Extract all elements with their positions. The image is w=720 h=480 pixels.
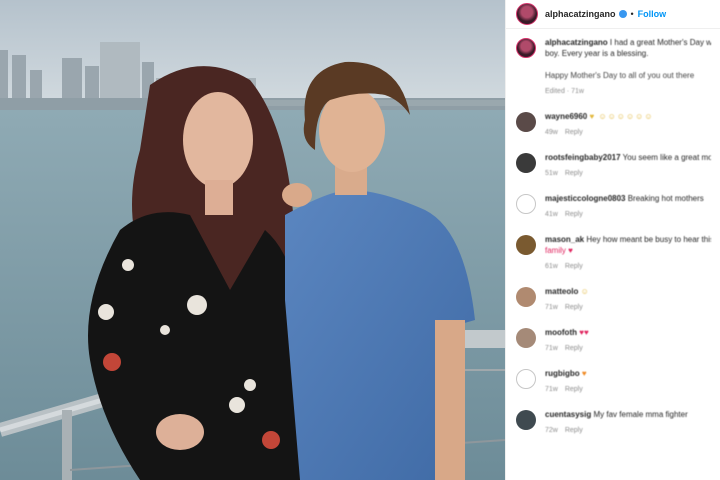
commenter-avatar[interactable] [516, 112, 536, 132]
comment-text: ♥ ☺☺☺☺☺☺ [589, 112, 654, 121]
verified-badge-icon [618, 10, 627, 18]
comment-text: ☺ [580, 287, 590, 296]
follow-button[interactable]: Follow [638, 9, 667, 19]
comment-username[interactable]: moofoth [545, 328, 577, 337]
post-header: alphacatzingano • Follow [506, 0, 720, 29]
caption-avatar[interactable] [516, 38, 536, 58]
caption-time: Edited · 71w [545, 88, 584, 95]
comment-item: mason_ak Hey how meant be busy to hear t… [516, 234, 711, 272]
woman-hand [156, 414, 204, 450]
comments-panel: alphacatzingano • Follow alphacatzingano… [505, 0, 720, 480]
separator-dot: • [630, 9, 634, 19]
reply-button[interactable]: Reply [565, 211, 583, 218]
comment-username[interactable]: cuentasysig [545, 410, 591, 419]
comment-username[interactable]: majesticcologne0803 [545, 194, 625, 203]
reply-button[interactable]: Reply [565, 304, 583, 311]
comment-time: 41w [545, 211, 558, 218]
reply-button[interactable]: Reply [565, 170, 583, 177]
header-username[interactable]: alphacatzingano [545, 9, 616, 19]
comment-item: cuentasysig My fav female mma fighter 72… [516, 409, 711, 436]
comment-username[interactable]: rootsfeingbaby2017 [545, 153, 621, 162]
reply-button[interactable]: Reply [565, 386, 583, 393]
commenter-avatar[interactable] [516, 287, 536, 307]
commenter-avatar[interactable] [516, 153, 536, 173]
caption-line-3: Happy Mother's Day to all of you out the… [545, 71, 695, 80]
comment-list: alphacatzingano I had a great Mother's D… [506, 29, 720, 436]
comment-time: 61w [545, 263, 558, 270]
comment-item: rootsfeingbaby2017 You seem like a great… [516, 152, 711, 179]
post-caption: alphacatzingano I had a great Mother's D… [516, 37, 711, 97]
comment-item: majesticcologne0803 Breaking hot mothers… [516, 193, 711, 220]
comment-text: Breaking hot mothers [627, 194, 704, 203]
comment-text: You seem like a great mother [622, 153, 711, 162]
comment-time: 49w [545, 129, 558, 136]
caption-text: I had a great Mother's Day w… [609, 38, 711, 47]
reply-button[interactable]: Reply [565, 129, 583, 136]
comment-text: Hey how meant be busy to hear this [586, 235, 711, 244]
comment-item: rugbigbo ♥ 71w Reply [516, 368, 711, 395]
commenter-avatar[interactable] [516, 369, 536, 389]
comment-text: ♥♥ [579, 328, 589, 337]
comment-username[interactable]: matteolo [545, 287, 578, 296]
comment-text: ♥ [581, 369, 587, 378]
profile-avatar[interactable] [516, 3, 538, 25]
comment-username[interactable]: wayne6960 [545, 112, 587, 121]
caption-line-2: boy. Every year is a blessing. [545, 49, 649, 58]
comment-text: My fav female mma fighter [593, 410, 688, 419]
comment-item: matteolo ☺ 71w Reply [516, 286, 711, 313]
commenter-avatar[interactable] [516, 235, 536, 255]
commenter-avatar[interactable] [516, 194, 536, 214]
post-photo[interactable] [0, 0, 505, 480]
comment-time: 51w [545, 170, 558, 177]
commenter-avatar[interactable] [516, 328, 536, 348]
reply-button[interactable]: Reply [565, 345, 583, 352]
comment-username[interactable]: rugbigbo [545, 369, 580, 378]
comment-item: wayne6960 ♥ ☺☺☺☺☺☺ 49w Reply [516, 111, 711, 138]
comment-item: moofoth ♥♥ 71w Reply [516, 327, 711, 354]
reply-button[interactable]: Reply [565, 263, 583, 270]
woman-face [183, 92, 253, 188]
caption-username[interactable]: alphacatzingano [545, 38, 608, 47]
comment-text-line-2: family ♥ [545, 246, 573, 255]
comment-username[interactable]: mason_ak [545, 235, 584, 244]
comment-time: 72w [545, 427, 558, 434]
comment-time: 71w [545, 345, 558, 352]
reply-button[interactable]: Reply [565, 427, 583, 434]
commenter-avatar[interactable] [516, 410, 536, 430]
photo-image [0, 0, 505, 480]
boy-arm [435, 320, 465, 480]
comment-time: 71w [545, 304, 558, 311]
comment-time: 71w [545, 386, 558, 393]
